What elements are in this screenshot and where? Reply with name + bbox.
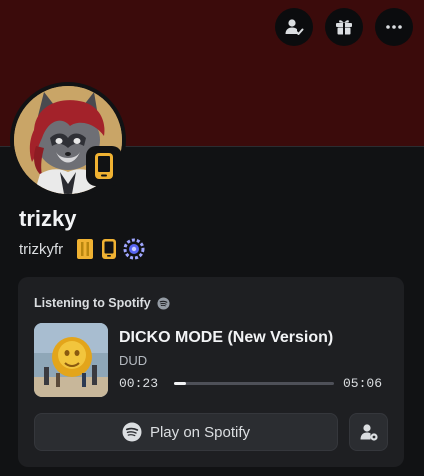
spotify-activity-card: Listening to Spotify DICKO MODE (New Ver… (18, 277, 404, 467)
more-button[interactable] (375, 8, 413, 46)
username-row: trizkyfr (19, 237, 145, 261)
activity-header: Listening to Spotify (34, 296, 170, 310)
mobile-icon (95, 153, 113, 179)
user-settings-icon (360, 424, 378, 441)
username: trizkyfr (19, 240, 64, 258)
progress-bar (174, 382, 334, 385)
activity-profile-button[interactable] (349, 413, 388, 451)
play-on-spotify-button[interactable]: Play on Spotify (34, 413, 338, 451)
track-title[interactable]: DICKO MODE (New Version) (119, 329, 333, 347)
more-icon (386, 25, 402, 29)
add-friend-icon (285, 19, 304, 35)
boost-badge-icon[interactable] (123, 238, 145, 260)
display-name: trizky (19, 206, 77, 231)
spotify-icon (157, 296, 170, 310)
album-art-image (34, 323, 108, 397)
activity-header-label: Listening to Spotify (34, 296, 151, 310)
mobile-status-indicator (86, 146, 122, 186)
time-total: 05:06 (343, 376, 383, 391)
play-on-spotify-label: Play on Spotify (149, 423, 251, 441)
nitro-badge-icon[interactable] (75, 238, 95, 260)
track-artist[interactable]: DUD (119, 353, 147, 368)
album-art[interactable] (34, 323, 108, 397)
add-friend-button[interactable] (275, 8, 313, 46)
time-elapsed: 00:23 (119, 376, 159, 391)
gift-icon (336, 20, 352, 35)
spotify-icon (122, 422, 142, 442)
gift-button[interactable] (325, 8, 363, 46)
progress-bar-fill (174, 382, 186, 385)
mobile-badge-icon[interactable] (101, 238, 117, 260)
